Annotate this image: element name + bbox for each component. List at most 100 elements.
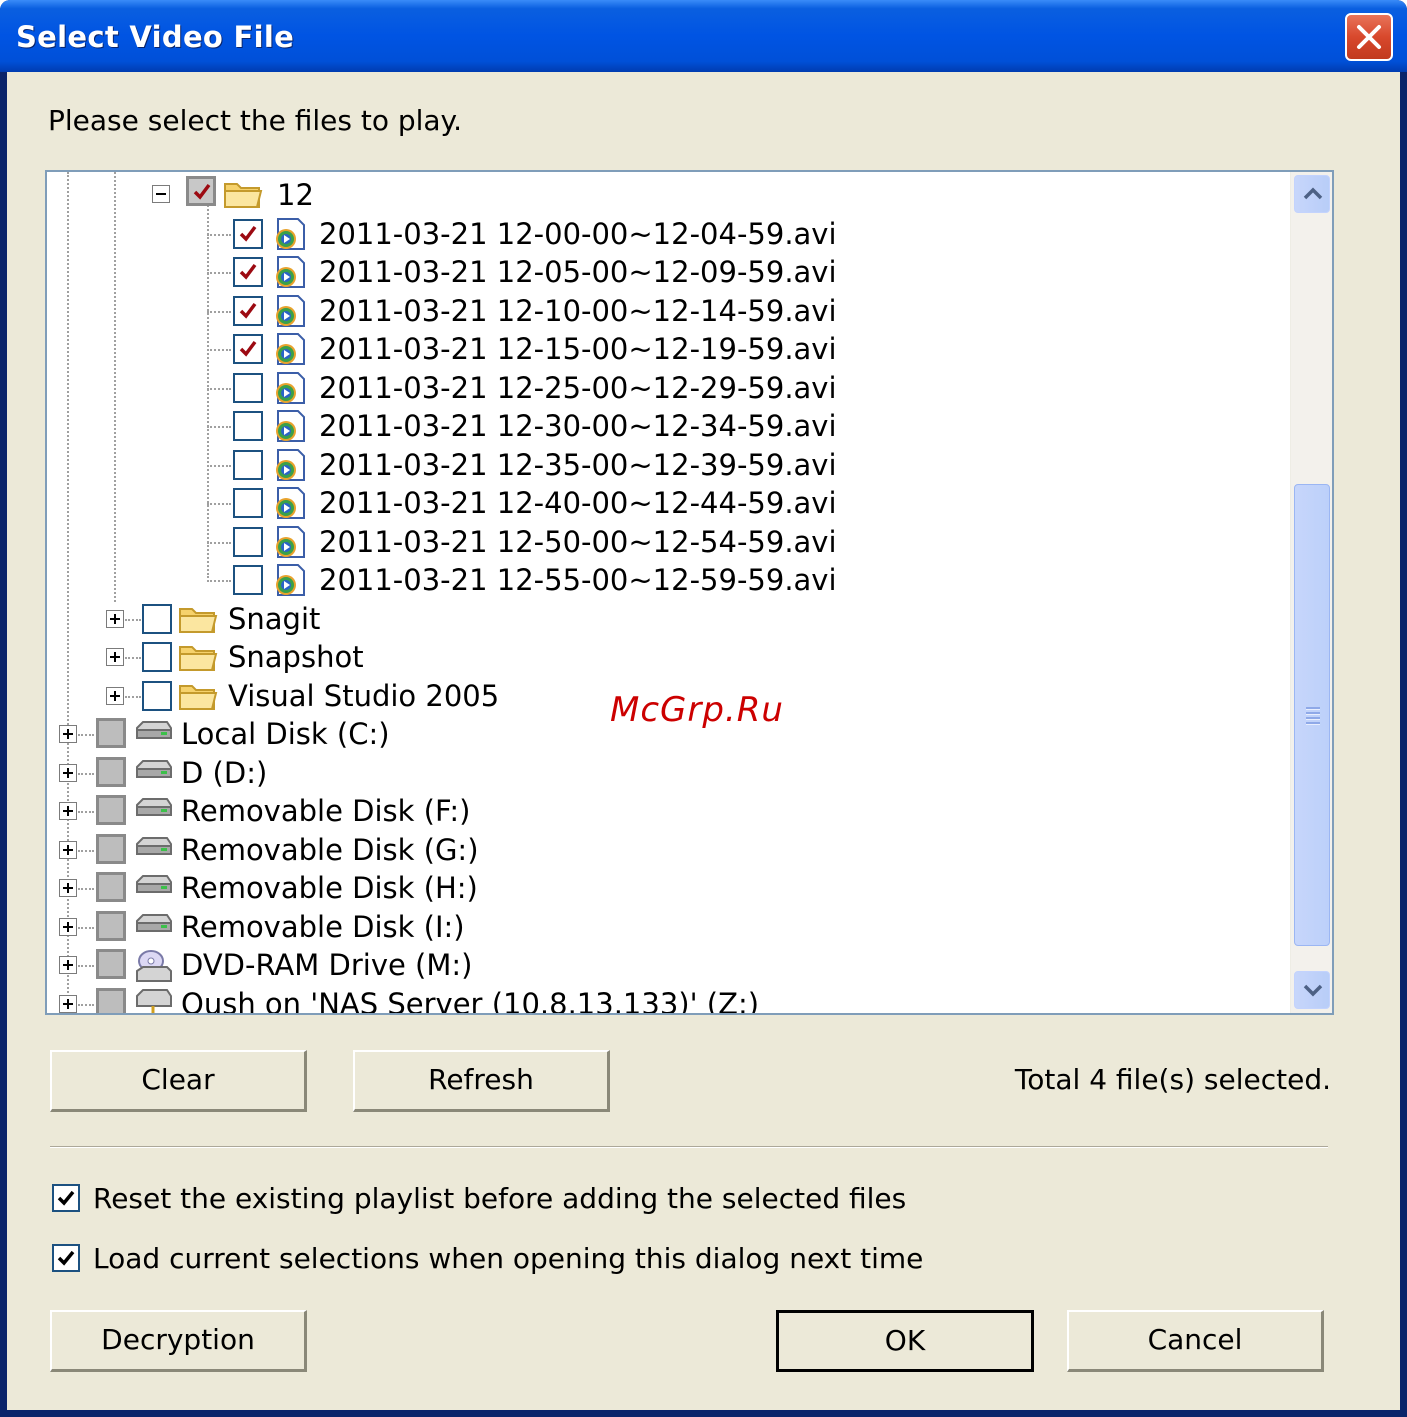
title-bar[interactable]: Select Video File [0, 0, 1407, 72]
drive-checkbox[interactable] [96, 872, 126, 902]
tree-node-drive[interactable]: Qush on 'NAS Server (10.8.13.133)' (Z:) [47, 985, 1287, 1013]
drive-name: Removable Disk (H:) [181, 871, 478, 905]
tree-node-file[interactable]: 2011-03-21 12-10-00~12-14-59.avi [47, 292, 1287, 330]
tree-node-file[interactable]: 2011-03-21 12-30-00~12-34-59.avi [47, 407, 1287, 445]
drive-name: DVD-RAM Drive (M:) [181, 948, 473, 982]
tree-node-file[interactable]: 2011-03-21 12-05-00~12-09-59.avi [47, 253, 1287, 291]
expand-icon[interactable] [59, 956, 77, 974]
drive-checkbox[interactable] [96, 795, 126, 825]
instruction-text: Please select the files to play. [48, 104, 463, 137]
expand-icon[interactable] [59, 725, 77, 743]
drive-checkbox[interactable] [96, 949, 126, 979]
tree-node-drive[interactable]: DVD-RAM Drive (M:) [47, 946, 1287, 984]
close-button[interactable] [1345, 13, 1393, 61]
option-load-selections[interactable]: Load current selections when opening thi… [52, 1242, 952, 1276]
file-name: 2011-03-21 12-50-00~12-54-59.avi [319, 524, 837, 559]
tree-node-drive[interactable]: Removable Disk (G:) [47, 831, 1287, 869]
tree-node-file[interactable]: 2011-03-21 12-40-00~12-44-59.avi [47, 484, 1287, 522]
cancel-button[interactable]: Cancel [1067, 1310, 1324, 1372]
file-checkbox[interactable] [233, 488, 263, 518]
drive-name: D (D:) [181, 755, 268, 790]
file-checkbox[interactable] [233, 449, 263, 480]
tree-line [78, 772, 94, 775]
video-file-icon [270, 525, 308, 563]
clear-button[interactable]: Clear [50, 1050, 307, 1112]
expand-icon[interactable] [59, 879, 77, 897]
tree-node-file[interactable]: 2011-03-21 12-35-00~12-39-59.avi [47, 446, 1287, 484]
folder-name: Visual Studio 2005 [228, 678, 500, 713]
file-checkbox[interactable] [233, 411, 263, 441]
folder-12-label: 12 [277, 178, 314, 212]
checkmark-icon [239, 340, 257, 357]
checkmark-icon [239, 263, 257, 280]
decryption-button[interactable]: Decryption [50, 1310, 307, 1372]
tree-node-folder-12[interactable]: 12 [47, 176, 1287, 214]
collapse-icon[interactable] [152, 185, 170, 203]
tree-node-file[interactable]: 2011-03-21 12-00-00~12-04-59.avi [47, 215, 1287, 253]
scroll-up-button[interactable] [1294, 175, 1330, 213]
checkmark-icon [57, 1250, 75, 1266]
network-drive-icon [133, 988, 173, 1013]
tree-line [207, 503, 231, 505]
scroll-down-button[interactable] [1294, 971, 1330, 1009]
tree-scrollbar[interactable] [1290, 172, 1332, 1013]
scroll-thumb[interactable] [1294, 484, 1330, 946]
folder-12-checkbox[interactable] [186, 176, 216, 206]
video-file-icon [270, 371, 308, 409]
checkmark-icon [239, 225, 257, 242]
file-checkbox[interactable] [233, 565, 263, 595]
option-reset-playlist[interactable]: Reset the existing playlist before addin… [52, 1182, 952, 1216]
drive-name: Removable Disk (G:) [181, 832, 479, 867]
drive-checkbox[interactable] [96, 718, 126, 748]
file-checkbox[interactable] [233, 334, 263, 364]
file-checkbox[interactable] [233, 218, 263, 249]
drive-checkbox[interactable] [96, 987, 126, 1013]
file-name: 2011-03-21 12-30-00~12-34-59.avi [319, 409, 837, 443]
tree-line [207, 349, 231, 351]
expand-icon[interactable] [59, 802, 77, 820]
folder-checkbox[interactable] [142, 603, 172, 634]
expand-icon[interactable] [106, 648, 124, 666]
removable-disk-icon [133, 834, 173, 866]
reset-playlist-label: Reset the existing playlist before addin… [93, 1182, 907, 1215]
file-name: 2011-03-21 12-15-00~12-19-59.avi [319, 332, 837, 366]
tree-line [78, 888, 94, 890]
ok-button[interactable]: OK [776, 1310, 1034, 1372]
tree-node-folder[interactable]: Snapshot [47, 638, 1287, 676]
file-checkbox[interactable] [233, 295, 263, 326]
close-icon [1357, 25, 1381, 49]
folder-checkbox[interactable] [142, 680, 172, 711]
tree-node-drive[interactable]: Removable Disk (I:) [47, 908, 1287, 946]
tree-node-drive[interactable]: D (D:) [47, 754, 1287, 792]
folder-checkbox[interactable] [142, 642, 172, 672]
expand-icon[interactable] [59, 763, 77, 782]
drive-checkbox[interactable] [96, 910, 126, 941]
tree-node-file[interactable]: 2011-03-21 12-25-00~12-29-59.avi [47, 369, 1287, 407]
expand-icon[interactable] [106, 609, 124, 628]
tree-line [207, 580, 231, 582]
file-name: 2011-03-21 12-40-00~12-44-59.avi [319, 486, 837, 520]
tree-node-file[interactable]: 2011-03-21 12-15-00~12-19-59.avi [47, 330, 1287, 368]
tree-node-drive[interactable]: Removable Disk (H:) [47, 869, 1287, 907]
drive-checkbox[interactable] [96, 756, 126, 787]
expand-icon[interactable] [106, 686, 124, 705]
tree-node-file[interactable]: 2011-03-21 12-50-00~12-54-59.avi [47, 523, 1287, 561]
tree-node-folder[interactable]: Snagit [47, 600, 1287, 638]
tree-node-file[interactable]: 2011-03-21 12-55-00~12-59-59.avi [47, 561, 1287, 599]
reset-playlist-checkbox[interactable] [52, 1184, 80, 1212]
folder-name: Snagit [228, 601, 321, 636]
tree-line [207, 541, 231, 544]
refresh-button[interactable]: Refresh [353, 1050, 610, 1112]
file-checkbox[interactable] [233, 372, 263, 403]
tree-line [78, 811, 94, 813]
file-checkbox[interactable] [233, 257, 263, 287]
expand-icon[interactable] [59, 917, 77, 936]
expand-icon[interactable] [59, 840, 77, 859]
file-tree[interactable]: 12 2011-03-21 12-00-00~12-04-59.avi 2011-… [45, 170, 1334, 1015]
load-selections-checkbox[interactable] [52, 1244, 80, 1272]
drive-checkbox[interactable] [96, 833, 126, 864]
file-checkbox[interactable] [233, 526, 263, 557]
expand-icon[interactable] [59, 994, 77, 1013]
folder-icon [224, 183, 263, 208]
tree-node-drive[interactable]: Removable Disk (F:) [47, 792, 1287, 830]
